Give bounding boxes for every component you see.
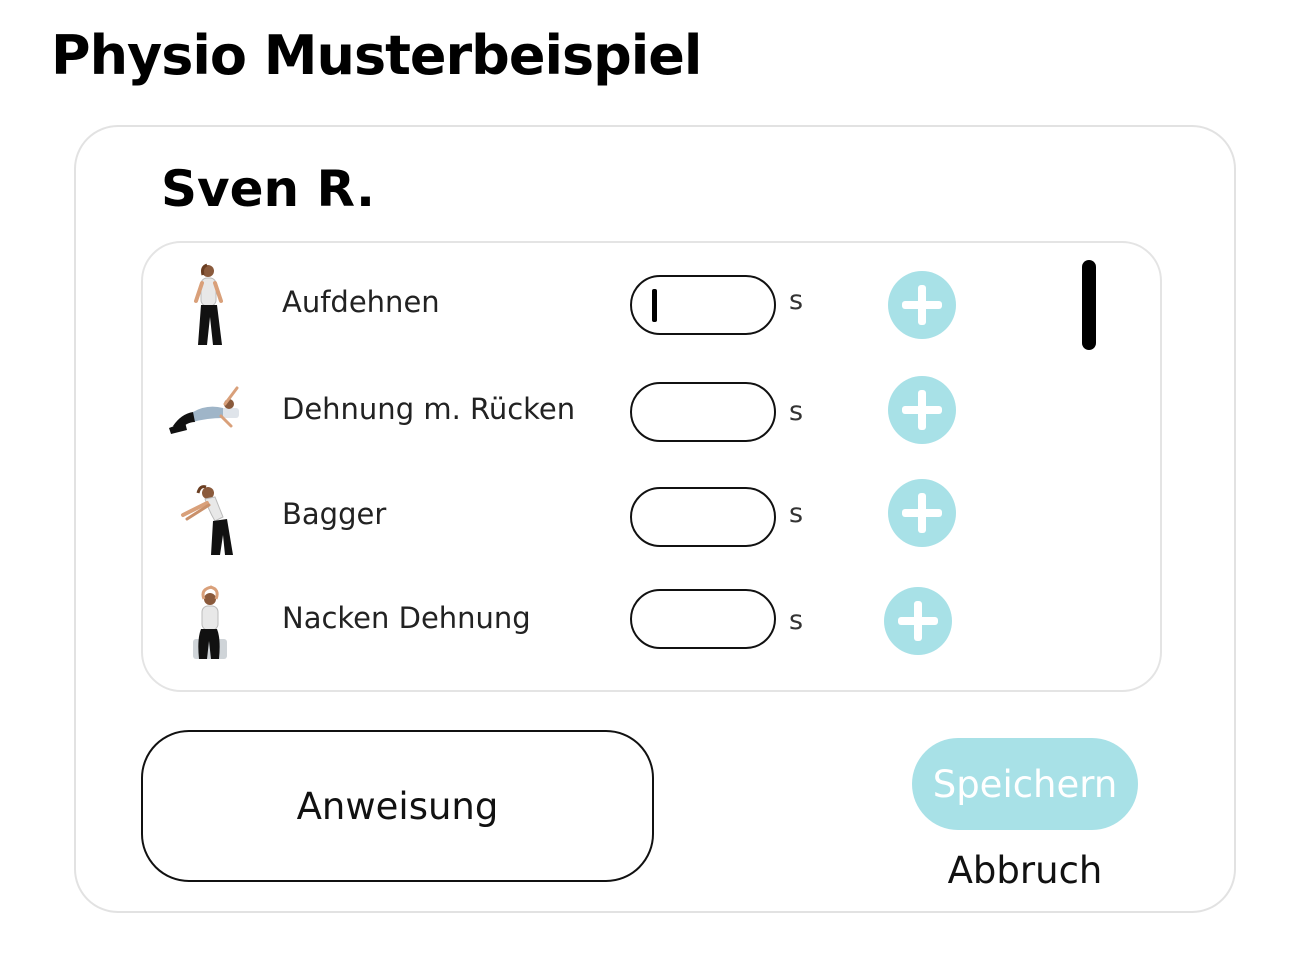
duration-input[interactable] xyxy=(630,275,776,335)
standing-stretch-figure-icon xyxy=(163,259,253,349)
seated-neck-stretch-figure-icon xyxy=(163,577,253,667)
patient-name: Sven R. xyxy=(161,160,375,218)
forward-reach-figure-icon xyxy=(163,471,253,561)
exercise-name: Bagger xyxy=(282,497,387,531)
unit-label: s xyxy=(789,285,804,316)
unit-label: s xyxy=(789,605,804,636)
duration-input[interactable] xyxy=(630,589,776,649)
list-scrollbar[interactable] xyxy=(1082,260,1096,350)
text-cursor xyxy=(652,289,657,322)
add-exercise-button[interactable] xyxy=(888,479,956,547)
exercise-list: Aufdehnen s Dehnung m. Rücken s Bagger s… xyxy=(141,241,1162,692)
duration-input[interactable] xyxy=(630,487,776,547)
add-exercise-button[interactable] xyxy=(888,271,956,339)
cancel-button[interactable]: Abbruch xyxy=(935,846,1115,894)
save-button[interactable]: Speichern xyxy=(912,738,1138,830)
unit-label: s xyxy=(789,396,804,427)
exercise-name: Nacken Dehnung xyxy=(282,601,531,635)
duration-input[interactable] xyxy=(630,382,776,442)
add-exercise-button[interactable] xyxy=(884,587,952,655)
exercise-row-dehnung: Dehnung m. Rücken s xyxy=(143,366,1160,456)
add-exercise-button[interactable] xyxy=(888,376,956,444)
exercise-row-aufdehnen: Aufdehnen s xyxy=(143,259,1160,349)
instruction-button[interactable]: Anweisung xyxy=(141,730,654,882)
unit-label: s xyxy=(789,498,804,529)
exercise-name: Aufdehnen xyxy=(282,285,440,319)
exercise-row-bagger: Bagger s xyxy=(143,471,1160,561)
exercise-row-nacken: Nacken Dehnung s xyxy=(143,577,1160,667)
exercise-name: Dehnung m. Rücken xyxy=(282,392,576,426)
app-title: Physio Musterbeispiel xyxy=(51,24,702,87)
lying-back-stretch-figure-icon xyxy=(163,366,253,456)
